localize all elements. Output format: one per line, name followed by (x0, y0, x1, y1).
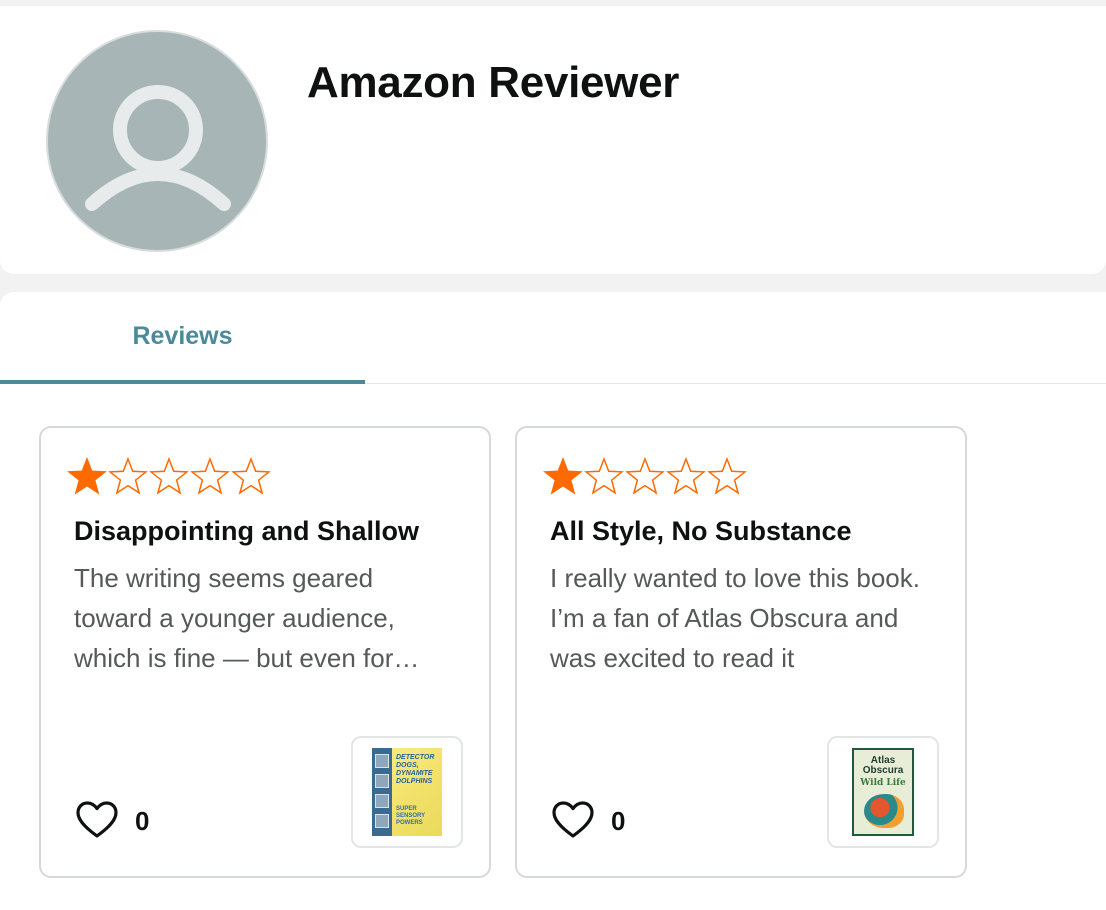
tab-bar: Reviews (0, 292, 1106, 384)
star-rating (67, 456, 277, 496)
book-cover-image: Atlas Obscura Wild Life (852, 748, 914, 836)
profile-header: Amazon Reviewer (0, 6, 1106, 274)
heart-icon[interactable] (551, 800, 595, 840)
star-rating-icon (544, 458, 746, 494)
avatar (46, 30, 268, 252)
review-body: The writing seems geared toward a younge… (74, 563, 395, 673)
product-thumbnail[interactable]: Atlas Obscura Wild Life (827, 736, 939, 848)
review-title: Disappointing and Shallow (74, 516, 420, 546)
reviewer-name: Amazon Reviewer (307, 58, 680, 107)
tab-reviews[interactable]: Reviews (0, 292, 365, 384)
like-count: 0 (611, 806, 626, 836)
heart-icon[interactable] (75, 800, 119, 840)
like-count: 0 (135, 806, 150, 836)
product-thumbnail[interactable]: DETECTOR DOGS, DYNAMITE DOLPHINS SUPER SENS… (351, 736, 463, 848)
star-rating-icon (68, 458, 270, 494)
review-card[interactable]: All Style, No Substance I really wanted … (515, 426, 967, 878)
star-rating (543, 456, 753, 496)
review-card[interactable]: Disappointing and Shallow The writing se… (39, 426, 491, 878)
user-silhouette-icon (85, 85, 231, 211)
reviews-panel: Reviews Disappointing and Shallow The wr… (0, 292, 1106, 910)
book-cover-image: DETECTOR DOGS, DYNAMITE DOLPHINS SUPER SENS… (372, 748, 442, 836)
review-body: I really wanted to love this book. I’m a… (550, 563, 920, 673)
review-title: All Style, No Substance (550, 516, 852, 546)
